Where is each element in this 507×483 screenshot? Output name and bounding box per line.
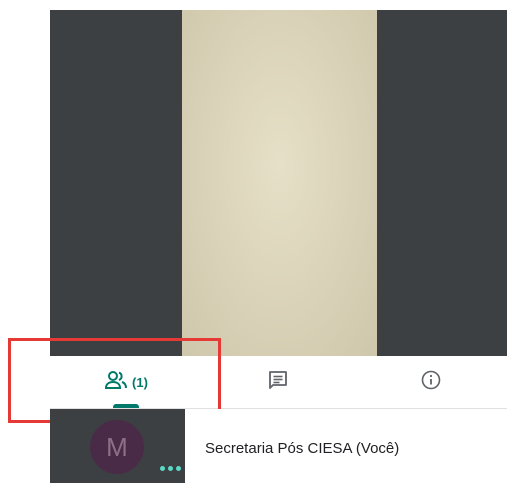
tab-people[interactable]: (1) [50,356,202,408]
tab-chat[interactable] [202,356,354,408]
tab-info[interactable] [354,356,507,408]
participant-row[interactable]: M Secretaria Pós CIESA (Você) [50,409,507,483]
active-tab-indicator [113,404,139,408]
avatar: M [90,420,144,474]
participant-thumbnail: M [50,409,185,483]
camera-feed [182,10,377,356]
tab-bar: (1) [50,356,507,409]
chat-icon [267,369,289,396]
people-icon [104,370,128,395]
speaking-dots-icon [160,466,181,471]
info-icon [420,369,442,396]
participant-count: (1) [132,374,148,390]
video-area [50,10,507,356]
participant-name: Secretaria Pós CIESA (Você) [205,440,400,457]
